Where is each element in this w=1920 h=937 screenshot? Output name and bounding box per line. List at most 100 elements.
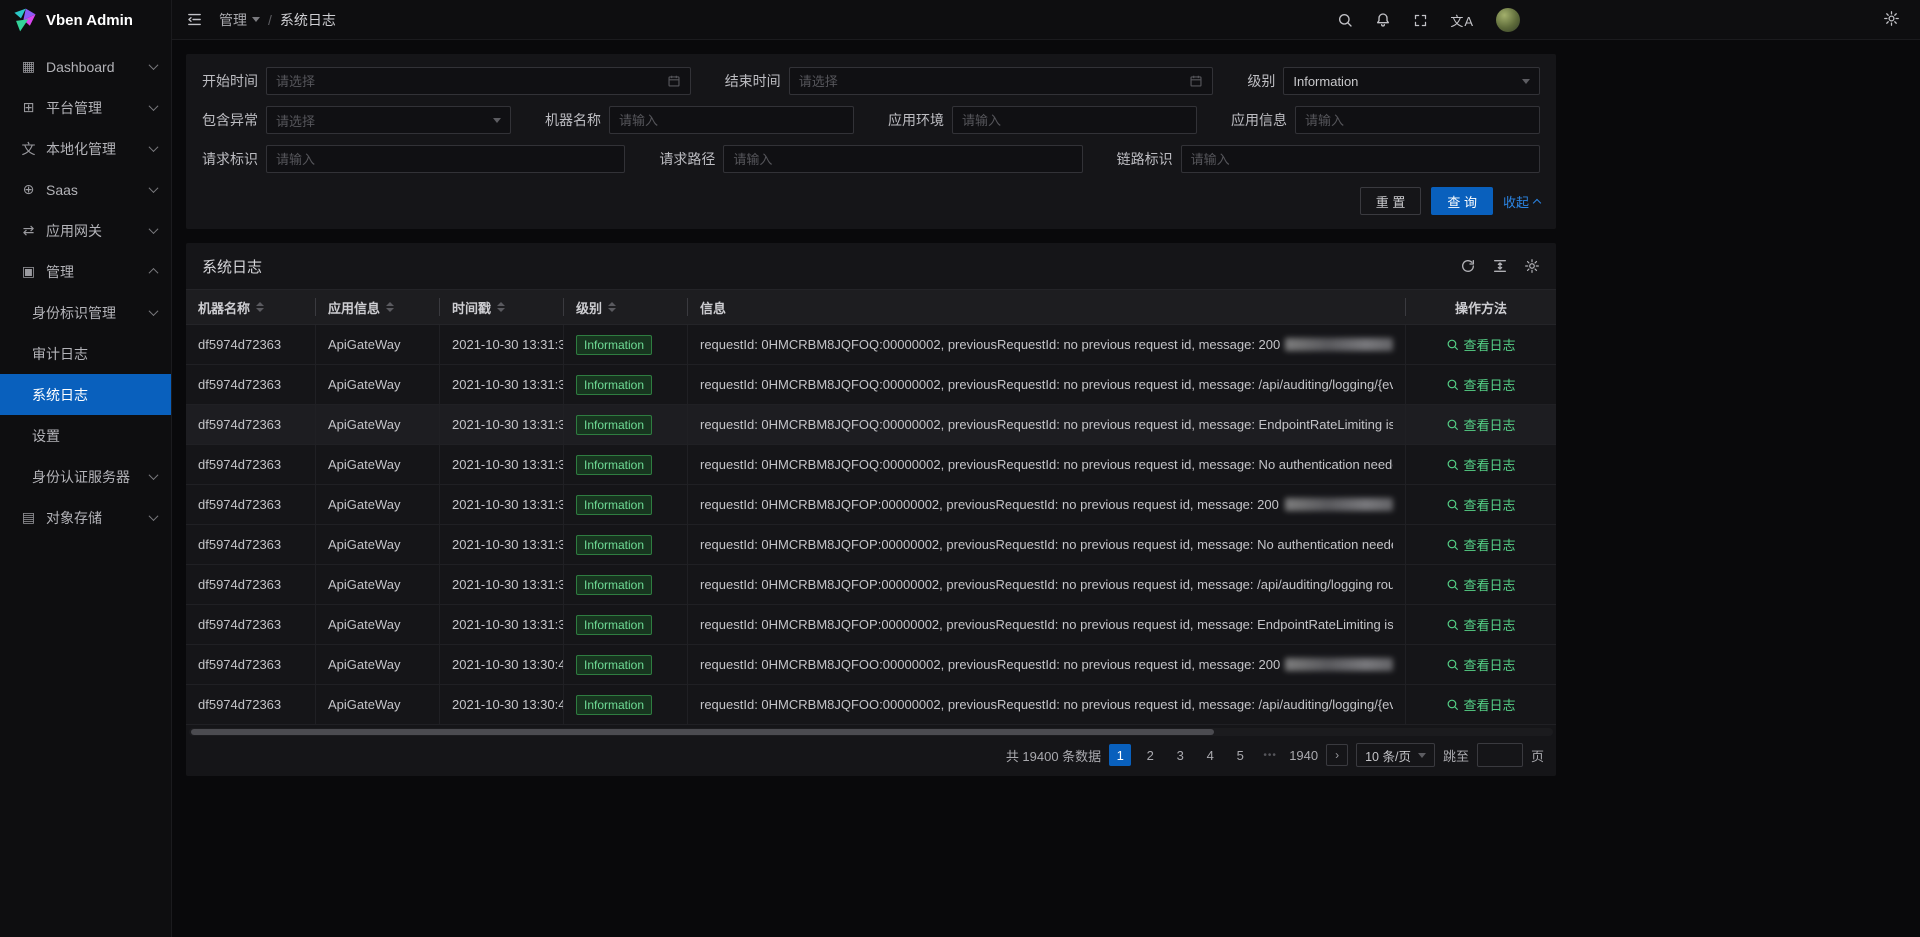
page-button[interactable]: ••• (1259, 744, 1281, 766)
table-row[interactable]: df5974d72363 ApiGateWay 2021-10-30 13:31… (186, 405, 1556, 445)
field-has-exception: 包含异常 请选择 (202, 106, 511, 134)
sidebar-item[interactable]: 系统日志 (0, 374, 171, 415)
cell-actions: 查看日志 (1406, 645, 1556, 684)
view-log-button[interactable]: 查看日志 (1446, 455, 1515, 474)
table-row[interactable]: df5974d72363 ApiGateWay 2021-10-30 13:31… (186, 605, 1556, 645)
menu-fold-icon[interactable] (186, 11, 203, 28)
app-info-input[interactable] (1305, 113, 1530, 128)
sidebar-item[interactable]: 审计日志 (0, 333, 171, 374)
end-time-picker[interactable] (789, 67, 1214, 95)
sidebar-item[interactable]: 身份认证服务器 (0, 456, 171, 497)
cell-app: ApiGateWay (316, 405, 440, 444)
search-button[interactable]: 查 询 (1431, 187, 1493, 215)
sidebar-item[interactable]: ▤ 对象存储 (0, 497, 171, 538)
manage-icon: ▣ (20, 263, 37, 280)
reset-button[interactable]: 重 置 (1360, 187, 1422, 215)
end-time-input[interactable] (799, 74, 1184, 89)
sidebar-item[interactable]: ⊞ 平台管理 (0, 87, 171, 128)
table-row[interactable]: df5974d72363 ApiGateWay 2021-10-30 13:31… (186, 365, 1556, 405)
has-exception-select[interactable]: 请选择 (266, 106, 511, 134)
view-log-button[interactable]: 查看日志 (1446, 615, 1515, 634)
fullscreen-icon[interactable] (1413, 13, 1428, 28)
view-log-button[interactable]: 查看日志 (1446, 415, 1515, 434)
avatar[interactable] (1496, 8, 1520, 32)
trace-id-input[interactable] (1191, 152, 1530, 167)
cell-message: requestId: 0HMCRBM8JQFOP:00000002, previ… (688, 485, 1406, 524)
cell-level: Information (564, 565, 688, 604)
storage-icon: ▤ (20, 509, 37, 526)
search-icon[interactable] (1337, 12, 1353, 28)
page-button[interactable]: 4 (1199, 744, 1221, 766)
cell-level: Information (564, 405, 688, 444)
next-page-button[interactable]: › (1326, 744, 1348, 766)
page-button[interactable]: 5 (1229, 744, 1251, 766)
sidebar-item[interactable]: ▦ Dashboard (0, 46, 171, 87)
settings-icon[interactable] (1883, 10, 1900, 27)
table-row[interactable]: df5974d72363 ApiGateWay 2021-10-30 13:30… (186, 685, 1556, 725)
refresh-icon[interactable] (1460, 258, 1476, 274)
level-badge: Information (576, 575, 652, 595)
machine-name-input[interactable] (619, 113, 844, 128)
page-button[interactable]: 2 (1139, 744, 1161, 766)
jump-page-input[interactable] (1477, 743, 1523, 767)
cell-timestamp: 2021-10-30 13:31:36 (440, 565, 564, 604)
view-log-button[interactable]: 查看日志 (1446, 575, 1515, 594)
table-row[interactable]: df5974d72363 ApiGateWay 2021-10-30 13:31… (186, 565, 1556, 605)
bell-icon[interactable] (1375, 12, 1391, 28)
start-time-input[interactable] (276, 74, 661, 89)
view-log-button[interactable]: 查看日志 (1446, 655, 1515, 674)
cell-actions: 查看日志 (1406, 605, 1556, 644)
request-id-input[interactable] (276, 152, 615, 167)
field-machine-name: 机器名称 (545, 106, 854, 134)
table-row[interactable]: df5974d72363 ApiGateWay 2021-10-30 13:30… (186, 645, 1556, 685)
view-log-button[interactable]: 查看日志 (1446, 375, 1515, 394)
chevron-up-icon (1533, 198, 1541, 206)
scrollbar-thumb[interactable] (191, 729, 1214, 735)
brand[interactable]: Vben Admin (0, 0, 171, 40)
page-button[interactable]: 1940 (1289, 744, 1318, 766)
table-row[interactable]: df5974d72363 ApiGateWay 2021-10-30 13:31… (186, 325, 1556, 365)
view-log-button[interactable]: 查看日志 (1446, 695, 1515, 714)
field-app-info: 应用信息 (1231, 106, 1540, 134)
page-button[interactable]: 1 (1109, 744, 1131, 766)
cell-level: Information (564, 445, 688, 484)
table-row[interactable]: df5974d72363 ApiGateWay 2021-10-30 13:31… (186, 485, 1556, 525)
table-header: 机器名称 应用信息 时间戳 级别 信息 操作方法 (186, 289, 1556, 325)
pagination-total: 共 19400 条数据 (1006, 746, 1101, 765)
table-row[interactable]: df5974d72363 ApiGateWay 2021-10-30 13:31… (186, 525, 1556, 565)
sidebar-item[interactable]: ⊕ Saas (0, 169, 171, 210)
view-log-button[interactable]: 查看日志 (1446, 535, 1515, 554)
table-title-row: 系统日志 (186, 243, 1556, 289)
jump-label: 跳至 (1443, 746, 1469, 765)
table-settings-icon[interactable] (1524, 258, 1540, 274)
sidebar-item[interactable]: ▣ 管理 (0, 251, 171, 292)
sort-icon (497, 302, 505, 312)
request-path-input[interactable] (733, 152, 1072, 167)
gateway-icon: ⇄ (20, 222, 37, 239)
header: 管理 / 系统日志 文A (172, 0, 1920, 40)
sidebar-item[interactable]: 身份标识管理 (0, 292, 171, 333)
sidebar-item[interactable]: ⇄ 应用网关 (0, 210, 171, 251)
translate-icon[interactable]: 文A (1450, 11, 1474, 30)
table-row[interactable]: df5974d72363 ApiGateWay 2021-10-30 13:31… (186, 445, 1556, 485)
view-log-button[interactable]: 查看日志 (1446, 335, 1515, 354)
page-size-select[interactable]: 10 条/页 (1356, 743, 1435, 767)
column-header-app[interactable]: 应用信息 (316, 290, 440, 324)
column-header-machine[interactable]: 机器名称 (186, 290, 316, 324)
start-time-picker[interactable] (266, 67, 691, 95)
column-header-timestamp[interactable]: 时间戳 (440, 290, 564, 324)
column-header-level[interactable]: 级别 (564, 290, 688, 324)
view-log-button[interactable]: 查看日志 (1446, 495, 1515, 514)
level-select[interactable]: Information (1283, 67, 1540, 95)
cell-actions: 查看日志 (1406, 405, 1556, 444)
cell-app: ApiGateWay (316, 365, 440, 404)
sidebar-item[interactable]: 文 本地化管理 (0, 128, 171, 169)
page-button[interactable]: 3 (1169, 744, 1191, 766)
column-height-icon[interactable] (1492, 258, 1508, 274)
sidebar-item[interactable]: 设置 (0, 415, 171, 456)
breadcrumb-root[interactable]: 管理 (219, 10, 260, 30)
collapse-form-button[interactable]: 收起 (1503, 192, 1540, 211)
level-badge: Information (576, 415, 652, 435)
environment-input[interactable] (962, 113, 1187, 128)
cell-app: ApiGateWay (316, 525, 440, 564)
